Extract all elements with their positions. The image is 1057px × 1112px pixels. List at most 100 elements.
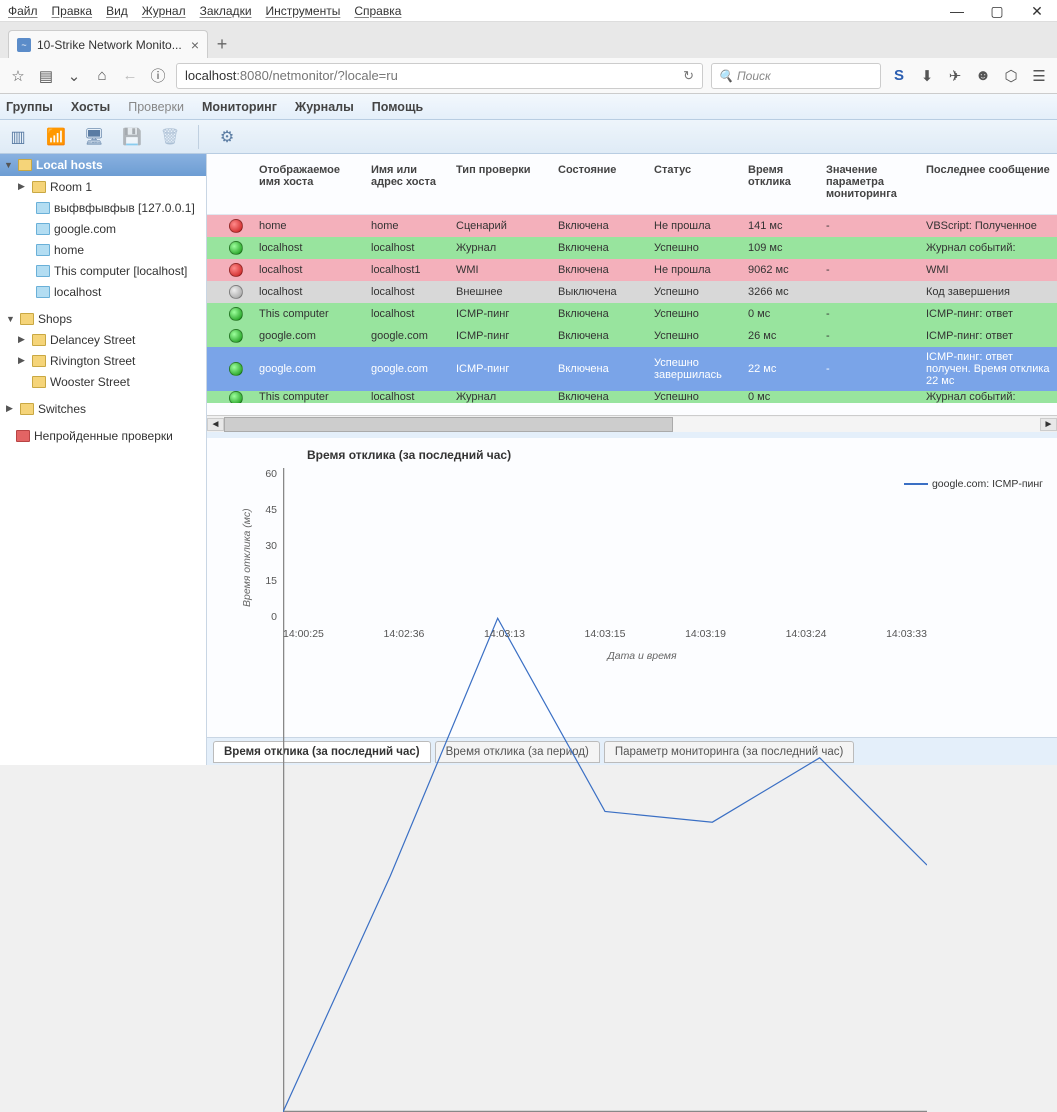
grid-header[interactable]: Время отклика bbox=[744, 164, 822, 200]
tab-close-icon[interactable]: × bbox=[191, 37, 199, 53]
sidebar-host-item[interactable]: localhost bbox=[0, 281, 206, 302]
grid-header-row: Отображаемое имя хоста Имя или адрес хос… bbox=[207, 154, 1057, 215]
grid-header[interactable]: Имя или адрес хоста bbox=[367, 164, 452, 200]
app-menu-groups[interactable]: Группы bbox=[6, 100, 53, 114]
chart-panel: Время отклика (за последний час) Время о… bbox=[207, 432, 1057, 737]
scroll-right-icon[interactable]: ► bbox=[1040, 418, 1057, 431]
maximize-button[interactable]: ▢ bbox=[977, 0, 1017, 22]
pocket-icon[interactable]: ⌄ bbox=[64, 67, 84, 85]
table-row[interactable]: homehomeСценарийВключенаНе прошла141 мс-… bbox=[207, 215, 1057, 237]
app-menu-logs[interactable]: Журналы bbox=[295, 100, 354, 114]
grid-header[interactable]: Тип проверки bbox=[452, 164, 554, 200]
toolbar-settings-icon[interactable]: ⚙ bbox=[215, 125, 239, 149]
app-menu-help[interactable]: Помощь bbox=[372, 100, 423, 114]
scroll-left-icon[interactable]: ◄ bbox=[207, 418, 224, 431]
scroll-thumb[interactable] bbox=[224, 417, 673, 432]
table-row[interactable]: localhostlocalhostВнешнееВыключенаУспешн… bbox=[207, 281, 1057, 303]
home-icon[interactable]: ⌂ bbox=[92, 67, 112, 84]
profile-icon[interactable]: ☻ bbox=[973, 67, 993, 84]
menu-view[interactable]: Вид bbox=[106, 4, 128, 18]
cell-type: Внешнее bbox=[452, 286, 554, 298]
menu-history[interactable]: Журнал bbox=[142, 4, 186, 18]
sidebar-icon[interactable]: ▤ bbox=[36, 67, 56, 85]
cell-state: Включена bbox=[554, 330, 650, 342]
browser-tab[interactable]: ~ 10-Strike Network Monito... × bbox=[8, 30, 208, 58]
search-input[interactable]: 🔍 Поиск bbox=[711, 63, 881, 89]
new-tab-button[interactable]: + bbox=[208, 30, 236, 58]
toolbar-add-device-icon[interactable]: 📶 bbox=[44, 125, 68, 149]
toolbar-monitor-icon[interactable]: 🖥 bbox=[82, 125, 106, 149]
grid-header[interactable]: Статус bbox=[650, 164, 744, 200]
table-row[interactable]: localhostlocalhostЖурналВключенаУспешно1… bbox=[207, 237, 1057, 259]
table-row[interactable]: google.comgoogle.comICMP-пингВключенаУсп… bbox=[207, 325, 1057, 347]
cell-disp: localhost bbox=[255, 264, 367, 276]
sidebar-item-failed-checks[interactable]: Непройденные проверки bbox=[0, 425, 206, 446]
hamburger-icon[interactable]: ☰ bbox=[1029, 67, 1049, 85]
sidebar-group-label: Local hosts bbox=[36, 158, 103, 172]
table-row[interactable]: localhostlocalhost1WMIВключенаНе прошла9… bbox=[207, 259, 1057, 281]
sidebar-host-item[interactable]: google.com bbox=[0, 218, 206, 239]
search-icon: 🔍 bbox=[718, 69, 733, 83]
app-menu-monitoring[interactable]: Мониторинг bbox=[202, 100, 277, 114]
grid-header[interactable]: Последнее сообщение bbox=[922, 164, 1057, 200]
grid-header[interactable]: Отображаемое имя хоста bbox=[255, 164, 367, 200]
grid-header[interactable]: Значение параметра мониторинга bbox=[822, 164, 922, 200]
folder-icon bbox=[18, 159, 32, 171]
main-panel: Отображаемое имя хоста Имя или адрес хос… bbox=[207, 154, 1057, 765]
sidebar-item-shops[interactable]: ▼ Shops bbox=[0, 308, 206, 329]
cell-type: ICMP-пинг bbox=[452, 330, 554, 342]
url-input[interactable]: localhost:8080/netmonitor/?locale=ru ↻ bbox=[176, 63, 703, 89]
sidebar-host-item[interactable]: выфвфывфыв [127.0.0.1] bbox=[0, 197, 206, 218]
back-icon[interactable]: ← bbox=[120, 67, 140, 84]
horizontal-scrollbar[interactable]: ◄ ► bbox=[207, 415, 1057, 432]
sidebar-item-label: Delancey Street bbox=[50, 333, 135, 347]
stylish-icon[interactable]: S bbox=[889, 67, 909, 84]
table-row[interactable]: This computerlocalhostЖурналВключенаУспе… bbox=[207, 391, 1057, 403]
cell-status: Успешно завершилась bbox=[650, 357, 744, 381]
sidebar-item-room1[interactable]: ▶ Room 1 bbox=[0, 176, 206, 197]
table-row[interactable]: This computerlocalhostICMP-пингВключенаУ… bbox=[207, 303, 1057, 325]
app-menu-checks[interactable]: Проверки bbox=[128, 100, 184, 114]
cell-disp: home bbox=[255, 220, 367, 232]
bookmark-star-icon[interactable]: ☆ bbox=[8, 67, 28, 85]
folder-icon bbox=[32, 376, 46, 388]
sidebar-item-street[interactable]: ▶Delancey Street bbox=[0, 329, 206, 350]
cell-host: google.com bbox=[367, 330, 452, 342]
table-row[interactable]: google.comgoogle.comICMP-пингВключенаУсп… bbox=[207, 347, 1057, 391]
toolbar-hosts-icon[interactable]: ▥ bbox=[6, 125, 30, 149]
menu-bookmarks[interactable]: Закладки bbox=[200, 4, 252, 18]
reload-icon[interactable]: ↻ bbox=[683, 68, 694, 84]
send-icon[interactable]: ✈ bbox=[945, 67, 965, 85]
cell-val: - bbox=[822, 330, 922, 342]
menu-tools[interactable]: Инструменты bbox=[266, 4, 341, 18]
menu-file[interactable]: Файл bbox=[8, 4, 38, 18]
sidebar-item-street[interactable]: Wooster Street bbox=[0, 371, 206, 392]
sidebar-group-local-hosts[interactable]: ▼ Local hosts bbox=[0, 154, 206, 176]
cell-msg: Код завершения bbox=[922, 286, 1057, 298]
cell-type: ICMP-пинг bbox=[452, 308, 554, 320]
sidebar-host-item[interactable]: home bbox=[0, 239, 206, 260]
cell-val: - bbox=[822, 264, 922, 276]
url-path: :8080/netmonitor/?locale=ru bbox=[236, 68, 398, 83]
sidebar-item-street[interactable]: ▶Rivington Street bbox=[0, 350, 206, 371]
url-host: localhost bbox=[185, 68, 236, 83]
app-menu-hosts[interactable]: Хосты bbox=[71, 100, 110, 114]
cell-status: Успешно bbox=[650, 330, 744, 342]
scroll-track[interactable] bbox=[224, 417, 1040, 432]
sidebar-item-switches[interactable]: ▶ Switches bbox=[0, 398, 206, 419]
cell-host: google.com bbox=[367, 363, 452, 375]
addons-icon[interactable]: ⬡ bbox=[1001, 67, 1021, 85]
grid-header[interactable]: Состояние bbox=[554, 164, 650, 200]
menu-help[interactable]: Справка bbox=[354, 4, 401, 18]
sidebar-host-item[interactable]: This computer [localhost] bbox=[0, 260, 206, 281]
collapse-icon: ▼ bbox=[6, 314, 16, 324]
app-toolbar: ▥ 📶 🖥 💾 🗑 ⚙ bbox=[0, 120, 1057, 154]
downloads-icon[interactable]: ⬇ bbox=[917, 67, 937, 85]
info-icon[interactable]: ⓘ bbox=[148, 65, 168, 86]
cell-status: Успешно bbox=[650, 391, 744, 403]
cell-disp: This computer bbox=[255, 308, 367, 320]
minimize-button[interactable]: — bbox=[937, 0, 977, 22]
chart-plot: 604530150 14:00:2514:02:3614:03:1314:03:… bbox=[253, 468, 1047, 648]
menu-edit[interactable]: Правка bbox=[52, 4, 93, 18]
close-button[interactable]: ✕ bbox=[1017, 0, 1057, 22]
